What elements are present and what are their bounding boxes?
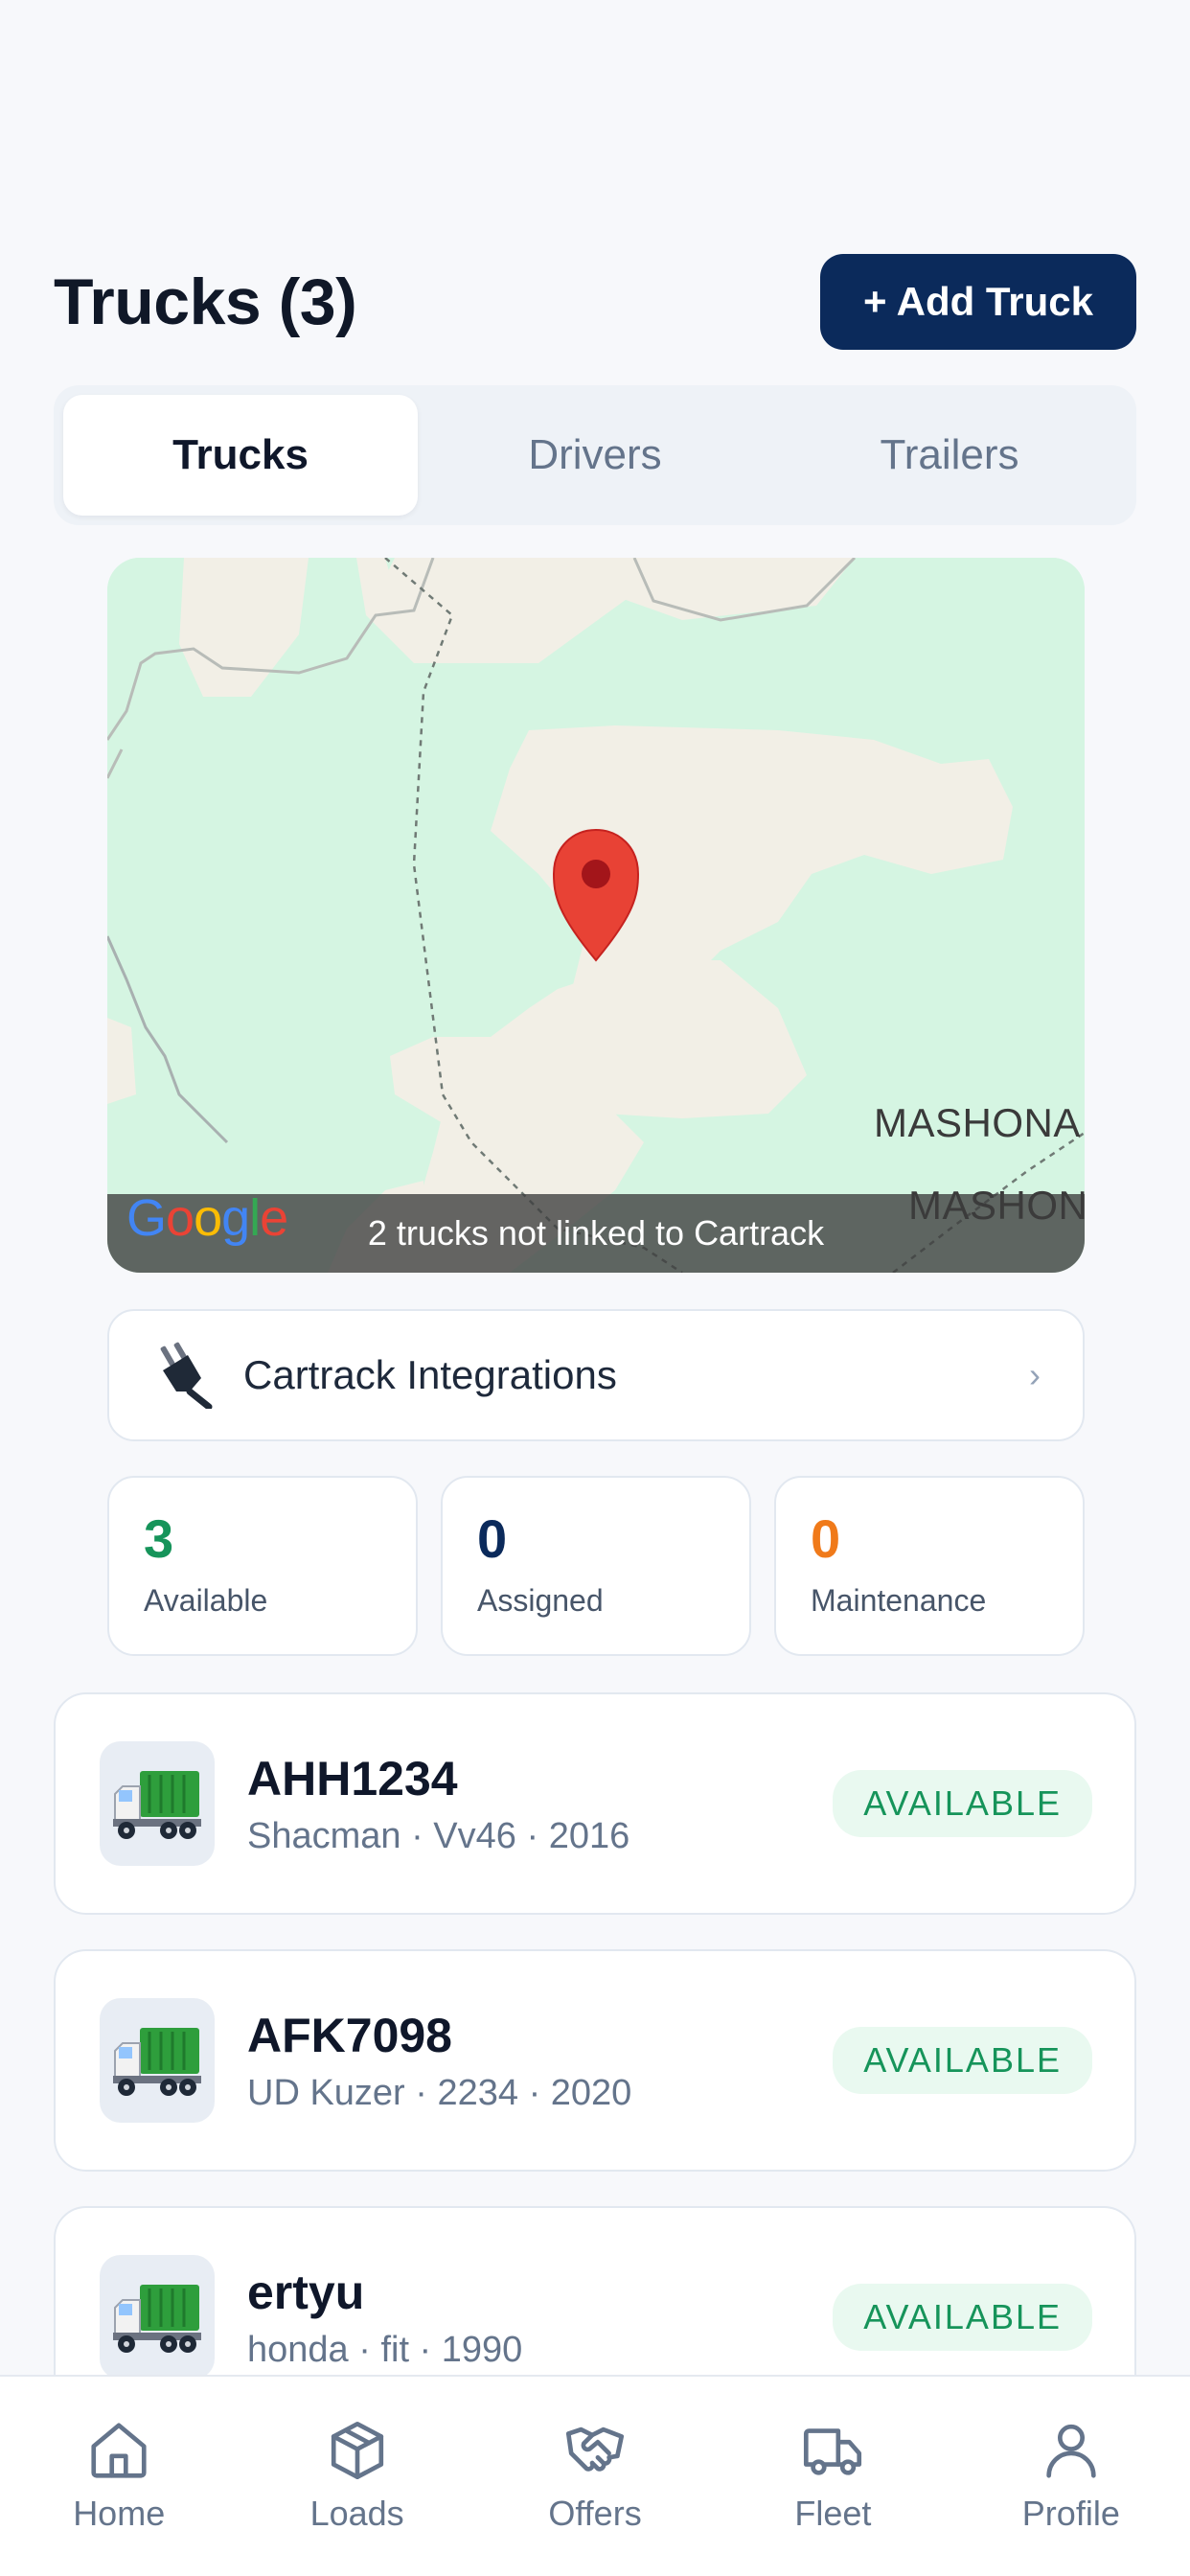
stat-available: 3 Available	[107, 1476, 418, 1656]
truck-details: Shacman · Vv46 · 2016	[247, 1815, 630, 1856]
bottom-tab-bar: Home Loads Offers Fleet Profile	[0, 2375, 1190, 2576]
stats-row: 3 Available 0 Assigned 0 Maintenance	[107, 1476, 1085, 1656]
plug-icon	[160, 1342, 213, 1409]
fleet-map[interactable]: MASHONA MASHON 2 trucks not linked to Ca…	[107, 558, 1085, 1273]
truck-plate: AFK7098	[247, 2008, 452, 2062]
integration-label: Cartrack Integrations	[243, 1352, 617, 1397]
home-icon	[91, 2423, 147, 2478]
stat-value: 0	[477, 1508, 508, 1569]
handshake-icon	[565, 2426, 625, 2472]
map-terrain	[107, 558, 1085, 1273]
stat-assigned: 0 Assigned	[441, 1476, 751, 1656]
truck-thumbnail	[100, 1998, 215, 2123]
tabbar-item-offers[interactable]: Offers	[476, 2377, 714, 2576]
tabbar-label: Profile	[1021, 2494, 1120, 2533]
chevron-right-icon: ›	[1029, 1355, 1041, 1394]
tabbar-label: Offers	[548, 2494, 642, 2533]
truck-icon	[113, 2285, 201, 2353]
truck-details: UD Kuzer · 2234 · 2020	[247, 2072, 632, 2113]
truck-card[interactable]: AFK7098 UD Kuzer · 2234 · 2020 AVAILABLE	[54, 1949, 1136, 2172]
truck-card[interactable]: AHH1234 Shacman · Vv46 · 2016 AVAILABLE	[54, 1692, 1136, 1915]
user-icon	[1046, 2424, 1096, 2478]
tab-trucks[interactable]: Trucks	[63, 395, 418, 516]
truck-thumbnail	[100, 1741, 215, 1866]
add-truck-button[interactable]: + Add Truck	[820, 254, 1136, 350]
truck-thumbnail	[100, 2255, 215, 2380]
tabbar-item-loads[interactable]: Loads	[238, 2377, 475, 2576]
tabbar-label: Loads	[309, 2494, 404, 2533]
stat-label: Available	[144, 1583, 268, 1618]
tabbar-item-home[interactable]: Home	[0, 2377, 238, 2576]
stat-maintenance: 0 Maintenance	[774, 1476, 1085, 1656]
truck-details: honda · fit · 1990	[247, 2329, 523, 2370]
stat-value: 3	[144, 1508, 174, 1569]
truck-info: AFK7098 UD Kuzer · 2234 · 2020	[247, 2008, 833, 2114]
page-title: Trucks (3)	[54, 265, 357, 338]
tabbar-item-profile[interactable]: Profile	[952, 2377, 1190, 2576]
truck-icon	[113, 2028, 201, 2096]
google-logo: Google	[126, 1189, 288, 1247]
truck-info: ertyu honda · fit · 1990	[247, 2265, 833, 2371]
map-place-label: MASHONA	[874, 1100, 1081, 1145]
status-badge: AVAILABLE	[833, 2027, 1092, 2094]
tabbar-label: Home	[73, 2494, 166, 2533]
truck-info: AHH1234 Shacman · Vv46 · 2016	[247, 1751, 833, 1857]
tabbar-item-fleet[interactable]: Fleet	[714, 2377, 951, 2576]
page-header: Trucks (3) + Add Truck	[54, 253, 1136, 351]
status-badge: AVAILABLE	[833, 2284, 1092, 2351]
stat-label: Maintenance	[811, 1583, 987, 1618]
tab-drivers[interactable]: Drivers	[418, 395, 772, 516]
truck-plate: ertyu	[247, 2265, 365, 2319]
truck-plate: AHH1234	[247, 1751, 458, 1806]
box-icon	[331, 2421, 383, 2480]
truck-icon	[113, 1771, 201, 1839]
status-badge: AVAILABLE	[833, 1770, 1092, 1837]
truck-icon	[804, 2428, 862, 2475]
tab-trailers[interactable]: Trailers	[772, 395, 1127, 516]
segment-control: Trucks Drivers Trailers	[54, 385, 1136, 525]
stat-value: 0	[811, 1508, 841, 1569]
tabbar-label: Fleet	[794, 2494, 872, 2533]
cartrack-integrations-row[interactable]: Cartrack Integrations ›	[107, 1309, 1085, 1441]
stat-label: Assigned	[477, 1583, 604, 1618]
